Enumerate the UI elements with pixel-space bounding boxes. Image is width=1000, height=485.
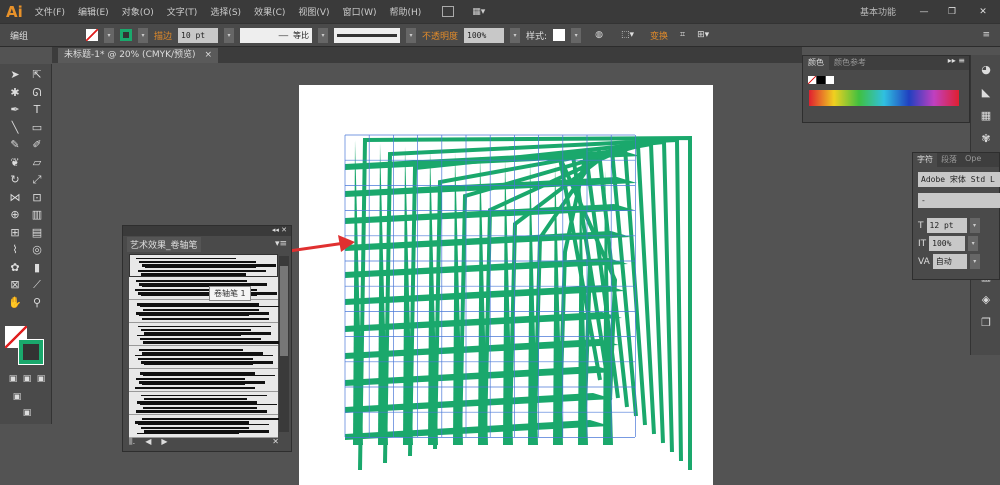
kerning-dropdown[interactable]: ▾ xyxy=(969,254,980,269)
vertical-scale-icon: IT xyxy=(918,238,927,249)
font-style-field[interactable]: - xyxy=(918,193,1000,208)
tab-color[interactable]: 颜色 xyxy=(803,56,829,70)
brush-panel-title[interactable]: 艺术效果_卷轴笔 xyxy=(127,236,201,252)
color-guide-icon[interactable]: ◣ xyxy=(979,86,993,100)
tab-character[interactable]: 字符 xyxy=(913,153,937,167)
scale-dropdown[interactable]: ▾ xyxy=(968,236,979,251)
scrollbar[interactable] xyxy=(279,256,289,432)
vertical-scale-input[interactable]: 100% xyxy=(929,236,966,251)
tab-color-guide[interactable]: 颜色参考 xyxy=(829,56,871,70)
artboards-icon[interactable]: ❐ xyxy=(979,316,993,330)
brush-item[interactable] xyxy=(129,346,278,369)
black-swatch[interactable] xyxy=(817,76,825,84)
brush-item[interactable] xyxy=(129,392,278,415)
library-menu-icon[interactable]: ⫼. xyxy=(129,437,135,447)
none-swatch[interactable] xyxy=(808,76,816,84)
color-panel: 颜色 颜色参考 ▸▸ ≡ xyxy=(802,55,970,123)
brush-library-panel: ◂◂ ✕ 艺术效果_卷轴笔 ▾≡ 卷轴笔 1 ⫼. ◀ ▶ ✕ xyxy=(122,225,292,452)
prev-library-icon[interactable]: ◀ xyxy=(145,437,151,447)
white-swatch[interactable] xyxy=(826,76,834,84)
tab-paragraph[interactable]: 段落 xyxy=(937,153,961,167)
font-family-field[interactable]: Adobe 宋体 Std L xyxy=(918,172,1000,187)
brush-item[interactable] xyxy=(129,415,279,438)
brush-item[interactable] xyxy=(129,254,278,277)
font-size-dropdown[interactable]: ▾ xyxy=(969,218,980,233)
tab-opentype[interactable]: Ope xyxy=(961,153,985,167)
panel-menu-icon[interactable]: ▸▸ ≡ xyxy=(948,56,969,70)
brush-item[interactable] xyxy=(129,323,281,346)
kerning-input[interactable]: 自动 xyxy=(932,254,967,269)
remove-icon[interactable]: ✕ xyxy=(272,437,279,447)
brush-item[interactable] xyxy=(129,369,278,392)
panel-menu-icon[interactable]: ▾≡ xyxy=(275,239,287,249)
character-panel: 字符 段落 Ope Adobe 宋体 Std L - T 12 pt ▾ IT 100… xyxy=(912,152,1000,280)
brush-item[interactable] xyxy=(129,300,279,323)
brush-item[interactable] xyxy=(129,277,278,300)
color-spectrum[interactable] xyxy=(809,90,959,106)
font-size-icon: T xyxy=(918,220,924,231)
swatches-icon[interactable]: ▦ xyxy=(979,109,993,123)
brushes-icon[interactable]: ✾ xyxy=(979,132,993,146)
font-size-input[interactable]: 12 pt xyxy=(926,218,967,233)
panel-header-bar[interactable]: ◂◂ ✕ xyxy=(123,226,291,236)
color-icon[interactable]: ◕ xyxy=(979,63,993,77)
layers-icon[interactable]: ◈ xyxy=(979,293,993,307)
brush-tooltip: 卷轴笔 1 xyxy=(209,286,251,301)
kerning-icon: VA xyxy=(918,256,930,267)
next-library-icon[interactable]: ▶ xyxy=(161,437,167,447)
